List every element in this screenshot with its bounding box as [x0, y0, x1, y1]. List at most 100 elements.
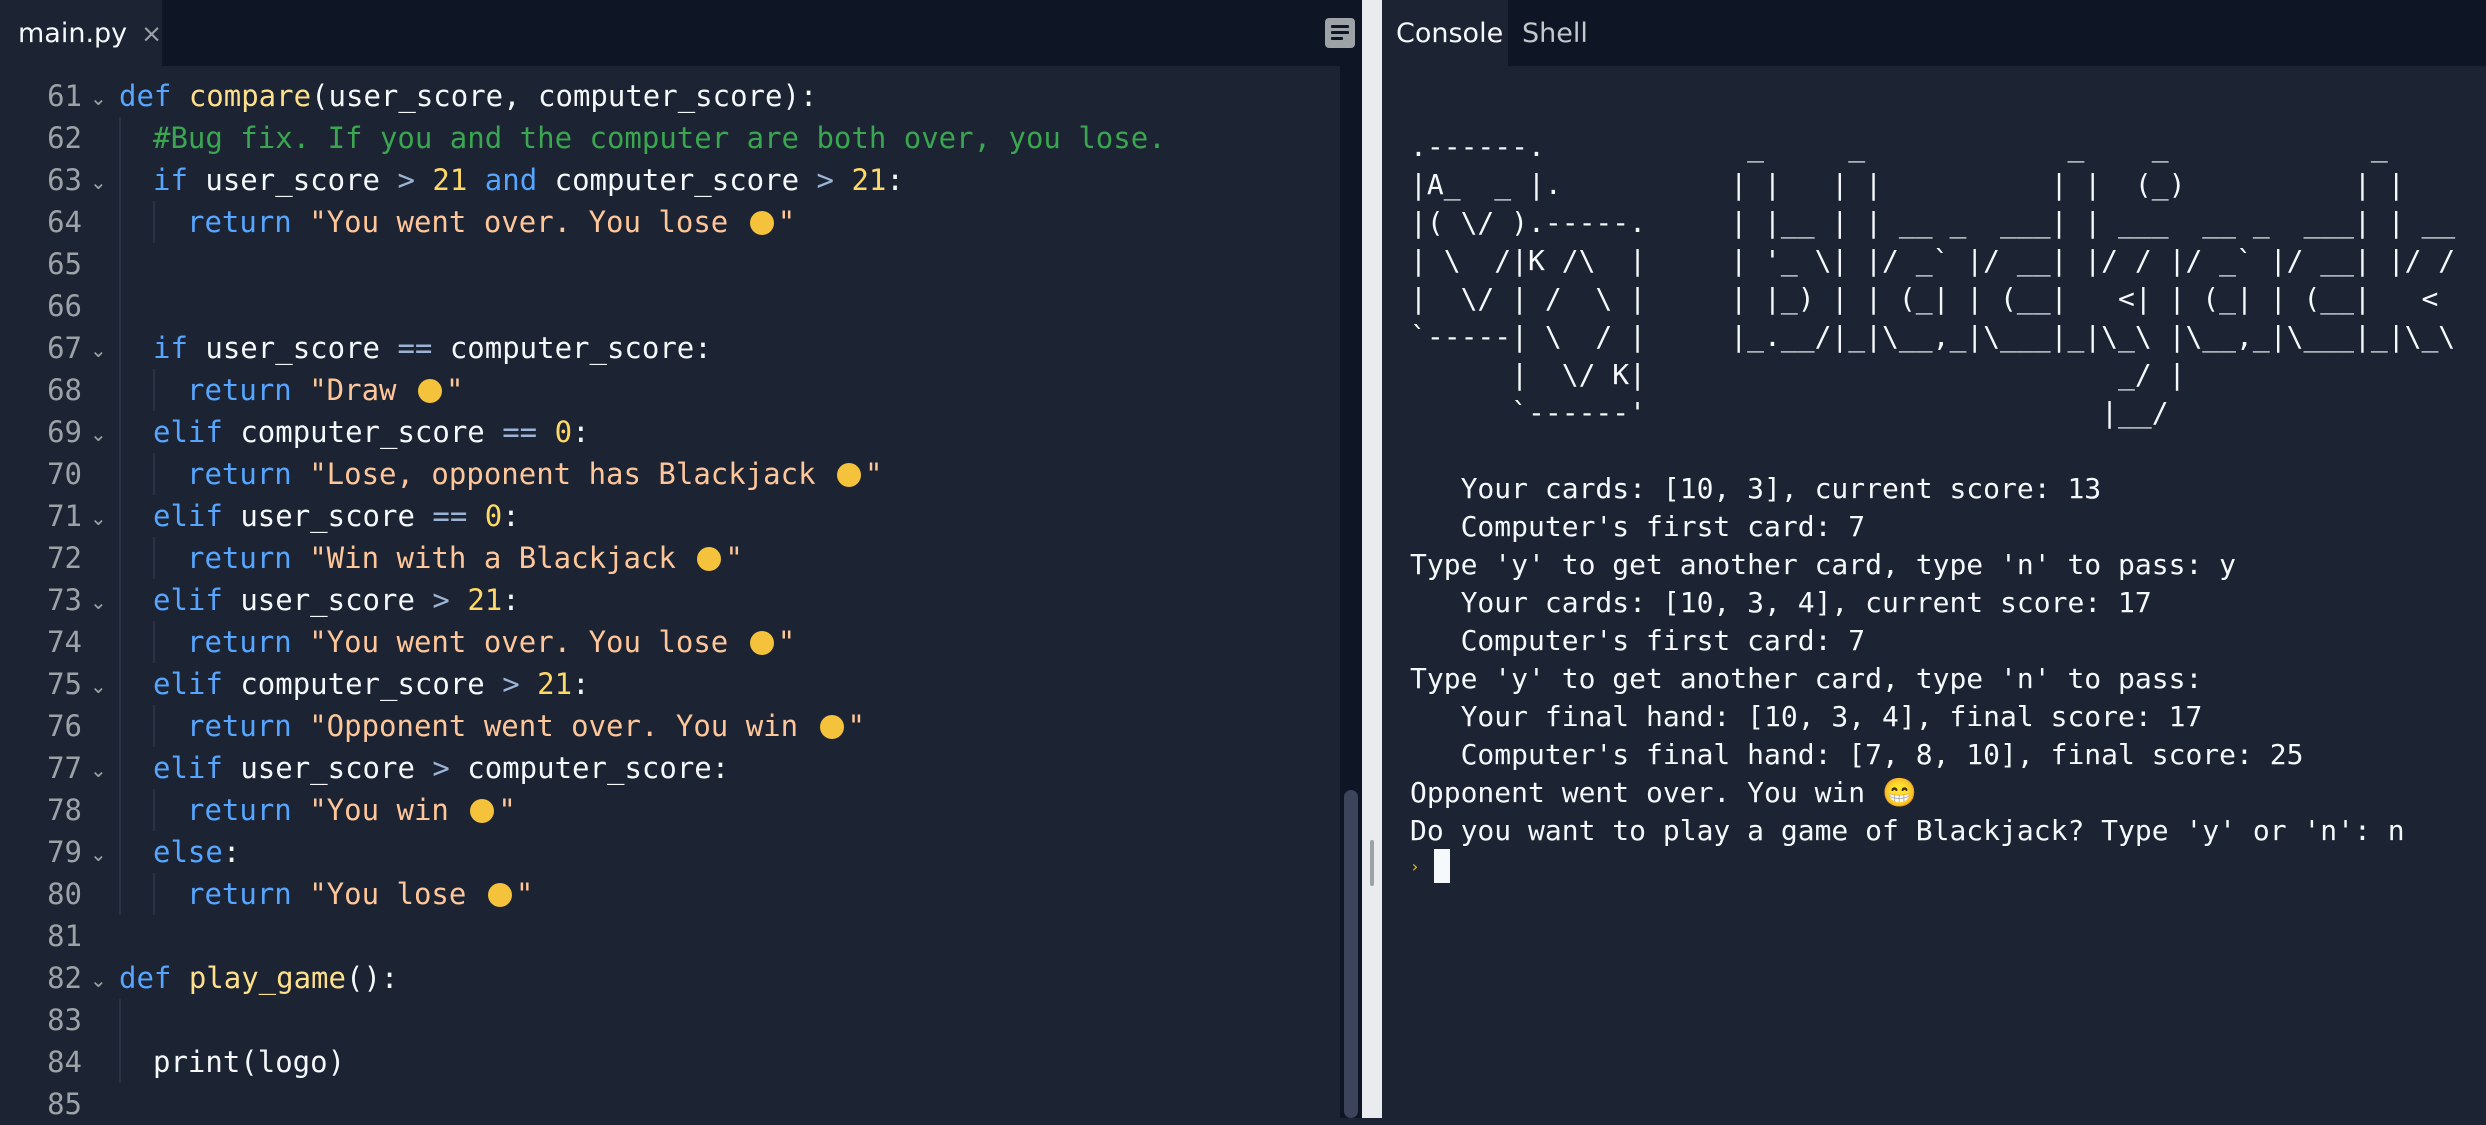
- emoji-icon: [749, 211, 774, 235]
- pane-divider[interactable]: [1362, 0, 1382, 1118]
- fold-chevron-icon[interactable]: ⌄: [90, 75, 107, 121]
- code-token: 21: [432, 163, 468, 197]
- code-line[interactable]: 71 ⌄ elif user_score == 0:: [0, 495, 1340, 537]
- code-line[interactable]: 69 ⌄ elif computer_score == 0:: [0, 411, 1340, 453]
- indent-guide: [153, 201, 155, 243]
- code-token: "You went over. You lose: [309, 205, 746, 239]
- code-line[interactable]: 79 ⌄ else:: [0, 831, 1340, 873]
- editor-scrollbar-thumb[interactable]: [1344, 790, 1358, 1118]
- code-line[interactable]: 78 return "You win ": [0, 789, 1340, 831]
- code-token: ": [777, 205, 796, 239]
- code-token: 21: [467, 583, 503, 617]
- indent-guide: [119, 159, 121, 201]
- indent-guide: [119, 873, 121, 915]
- code-token: >: [502, 667, 520, 701]
- indent-guide: [119, 579, 121, 621]
- code-token: 21: [537, 667, 573, 701]
- code-line[interactable]: 67 ⌄ if user_score == computer_score:: [0, 327, 1340, 369]
- sidebar-toggle-icon[interactable]: [1325, 18, 1355, 48]
- indent-guide: [119, 495, 121, 537]
- code-line[interactable]: 62 #Bug fix. If you and the computer are …: [0, 117, 1340, 159]
- fold-chevron-icon[interactable]: ⌄: [90, 159, 107, 205]
- code-text: elif user_score > computer_score:: [153, 747, 729, 789]
- code-line[interactable]: 65: [0, 243, 1340, 285]
- close-icon[interactable]: ×: [141, 19, 162, 48]
- line-number: 85: [47, 1087, 82, 1121]
- code-line[interactable]: 64 return "You went over. You lose ": [0, 201, 1340, 243]
- pane-resize-handle[interactable]: [1370, 840, 1374, 886]
- code-token: >: [432, 751, 450, 785]
- indent-guide: [153, 453, 155, 495]
- code-text: def play_game():: [119, 957, 398, 999]
- code-token: elif: [153, 751, 241, 785]
- indent-guide: [119, 705, 121, 747]
- code-line[interactable]: 84 print(logo): [0, 1041, 1340, 1083]
- code-line[interactable]: 61 ⌄ def compare(user_score, computer_scor…: [0, 75, 1340, 117]
- code-token: :: [886, 163, 904, 197]
- code-token: ==: [397, 331, 433, 365]
- tab-console[interactable]: Console: [1382, 0, 1508, 66]
- fold-chevron-icon[interactable]: ⌄: [90, 579, 107, 625]
- code-line[interactable]: 77 ⌄ elif user_score > computer_score:: [0, 747, 1340, 789]
- emoji-icon: [470, 799, 495, 823]
- indent-guide: [119, 411, 121, 453]
- indent-guide: [119, 621, 121, 663]
- fold-chevron-icon[interactable]: ⌄: [90, 957, 107, 1003]
- code-line[interactable]: 75 ⌄ elif computer_score > 21:: [0, 663, 1340, 705]
- line-number: 84: [47, 1045, 82, 1079]
- line-number: 66: [47, 289, 82, 323]
- console-pane: Console Shell .------. _ _ _ _ _ |A_ _ |…: [1382, 0, 2486, 1118]
- code-token: return: [187, 877, 310, 911]
- code-token: ": [865, 457, 883, 491]
- line-number: 69: [47, 415, 82, 449]
- code-line[interactable]: 73 ⌄ elif user_score > 21:: [0, 579, 1340, 621]
- code-token: user_score: [240, 583, 433, 617]
- text-cursor[interactable]: [1433, 849, 1450, 883]
- file-tab-main-py[interactable]: main.py ×: [0, 0, 162, 66]
- code-token: user_score: [240, 499, 433, 533]
- code-line[interactable]: 68 return "Draw ": [0, 369, 1340, 411]
- fold-chevron-icon[interactable]: ⌄: [90, 663, 107, 709]
- code-line[interactable]: 85: [0, 1083, 1340, 1125]
- code-text: return "You win ": [187, 789, 516, 831]
- code-token: def: [119, 961, 189, 995]
- indent-guide: [119, 789, 121, 831]
- code-token: else: [153, 835, 223, 869]
- code-token: play_game: [188, 961, 346, 995]
- code-token: ": [777, 625, 796, 659]
- code-token: return: [187, 205, 310, 239]
- code-line[interactable]: 72 return "Win with a Blackjack ": [0, 537, 1340, 579]
- code-line[interactable]: 83: [0, 999, 1340, 1041]
- line-number: 72: [47, 541, 82, 575]
- code-token: 0: [484, 499, 503, 533]
- console-prompt[interactable]: ›: [1410, 848, 1450, 884]
- code-line[interactable]: 66: [0, 285, 1340, 327]
- code-text: return "You went over. You lose ": [187, 621, 795, 663]
- code-line[interactable]: 82 ⌄ def play_game():: [0, 957, 1340, 999]
- code-token: def: [119, 79, 189, 113]
- code-line[interactable]: 74 return "You went over. You lose ": [0, 621, 1340, 663]
- repl-workspace: main.py × 61 ⌄ def compare(user_score, com…: [0, 0, 2486, 1121]
- indent-guide: [119, 369, 121, 411]
- code-line[interactable]: 76 return "Opponent went over. You win ": [0, 705, 1340, 747]
- code-token: computer_score: [240, 415, 503, 449]
- line-number: 74: [47, 625, 82, 659]
- tab-console-label[interactable]: Console: [1396, 18, 1503, 49]
- fold-chevron-icon[interactable]: ⌄: [90, 495, 107, 541]
- code-area[interactable]: 61 ⌄ def compare(user_score, computer_scor…: [0, 66, 1340, 1121]
- code-token: return: [187, 625, 310, 659]
- fold-chevron-icon[interactable]: ⌄: [90, 831, 107, 877]
- code-line[interactable]: 81: [0, 915, 1340, 957]
- tab-shell[interactable]: Shell: [1508, 0, 1598, 66]
- code-text: if user_score > 21 and computer_score > …: [153, 159, 904, 201]
- line-number: 81: [47, 919, 82, 953]
- indent-guide: [153, 537, 155, 579]
- file-tab-label[interactable]: main.py: [18, 18, 127, 49]
- code-line[interactable]: 63 ⌄ if user_score > 21 and computer_score…: [0, 159, 1340, 201]
- code-line[interactable]: 70 return "Lose, opponent has Blackjack ": [0, 453, 1340, 495]
- code-line[interactable]: 80 return "You lose ": [0, 873, 1340, 915]
- tab-shell-label[interactable]: Shell: [1522, 18, 1588, 49]
- fold-chevron-icon[interactable]: ⌄: [90, 411, 107, 457]
- fold-chevron-icon[interactable]: ⌄: [90, 747, 107, 793]
- fold-chevron-icon[interactable]: ⌄: [90, 327, 107, 373]
